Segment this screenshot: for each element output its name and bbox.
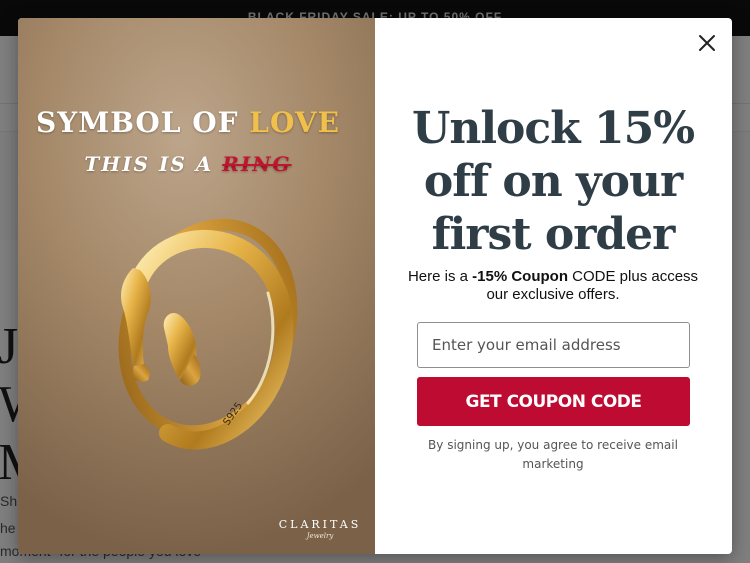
newsletter-popup: SYMBOL OF LOVE THIS IS A RING S925 CLARI… (18, 18, 732, 554)
email-input[interactable] (417, 322, 690, 368)
brand-logo: CLARITAS (278, 518, 362, 531)
promo-headline: SYMBOL OF LOVE (18, 106, 358, 139)
promo-image: SYMBOL OF LOVE THIS IS A RING S925 CLARI… (18, 18, 375, 554)
promo-subheadline: THIS IS A RING (18, 152, 358, 176)
close-icon (699, 35, 715, 51)
promo-subheadline-prefix: THIS IS A (84, 152, 223, 176)
promo-struck-word: RING (222, 152, 292, 176)
promo-headline-prefix: SYMBOL OF (36, 106, 250, 139)
get-coupon-button[interactable]: GET COUPON CODE (417, 377, 690, 426)
coupon-highlight: -15% Coupon (472, 268, 568, 285)
signup-disclaimer: By signing up, you agree to receive emai… (428, 438, 678, 471)
brand-tagline: Jewelry (306, 532, 334, 540)
popup-subtext: Here is a -15% Coupon CODE plus access o… (406, 268, 700, 304)
promo-headline-highlight: LOVE (249, 106, 340, 139)
ring-illustration: S925 (118, 218, 298, 450)
subtext-prefix: Here is a (407, 268, 473, 285)
close-button[interactable] (695, 31, 719, 55)
popup-headline: Unlock 15% off on your first order (411, 103, 695, 260)
